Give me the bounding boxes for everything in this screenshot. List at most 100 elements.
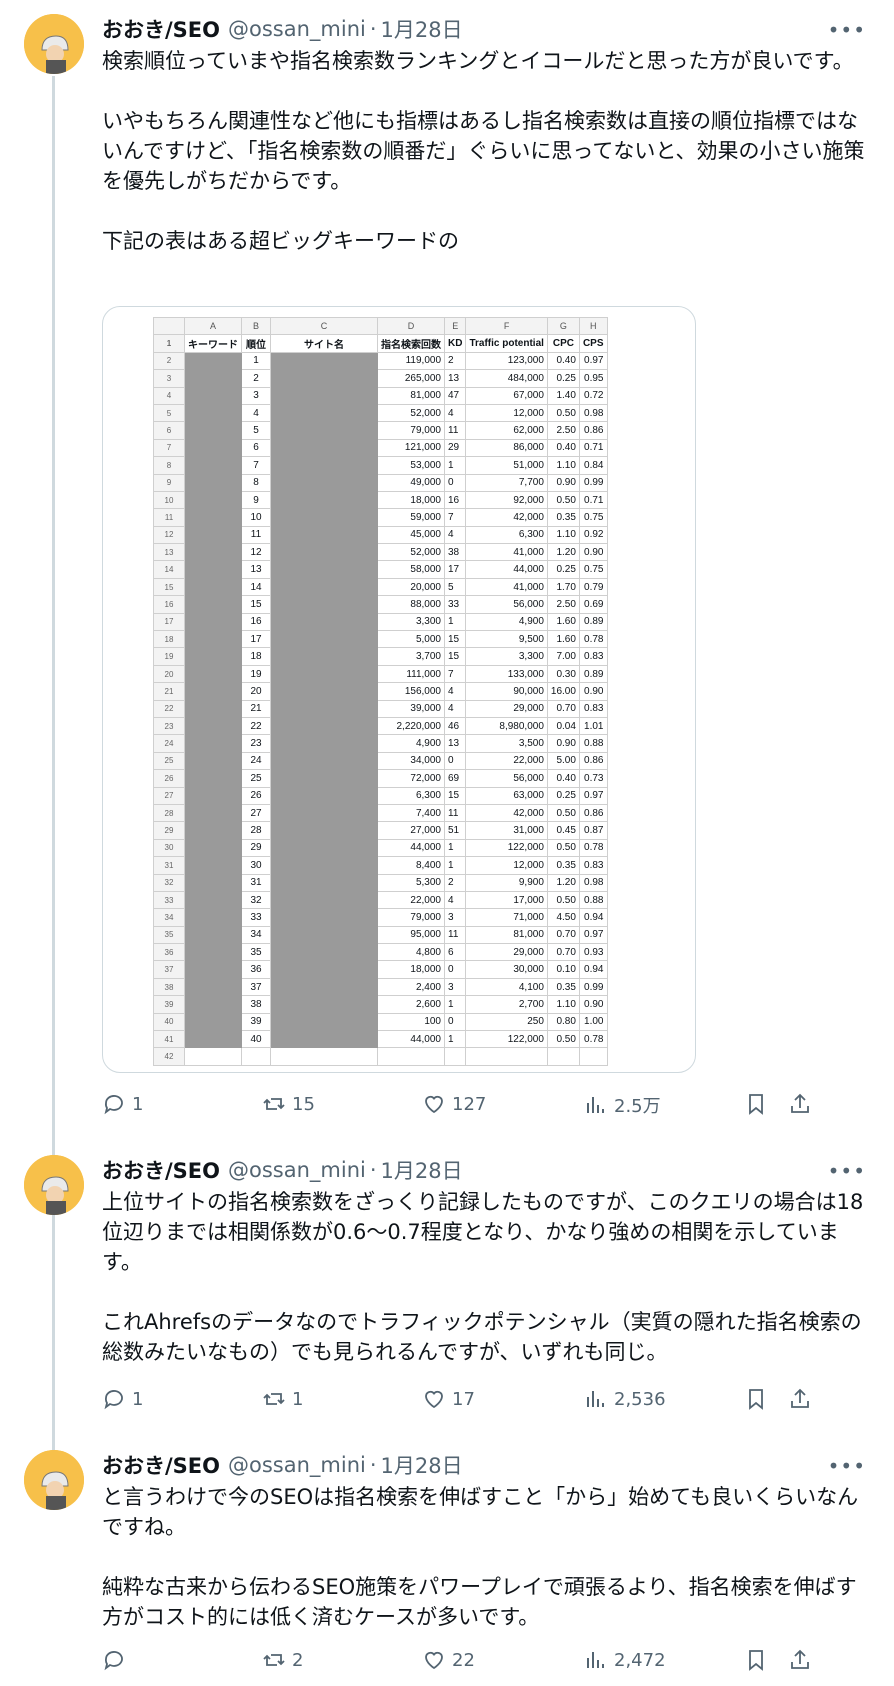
more-options-icon[interactable]: ••• [828,1454,866,1478]
cps-cell: 0.83 [578,699,608,718]
redacted-keyword-cell [184,456,242,475]
tweet[interactable]: おおき/SEO @ossan_mini · 1月28日 ••• 上位サイトの指名… [0,1155,894,1425]
views-button[interactable]: 2,472 [584,1648,666,1672]
cps-cell: 0.92 [578,525,608,545]
sheet-row: 17 16 3,300 1 4,900 1.60 0.89 [153,612,608,632]
row-number-cell: 20 [153,664,185,684]
header-cell: 順位 [241,334,271,353]
redacted-site-cell [270,386,378,405]
share-button[interactable] [788,1648,818,1672]
kd-cell: 33 [443,595,467,614]
redacted-site-cell [270,438,378,458]
sheet-row: 8 7 53,000 1 51,000 1.10 0.84 [153,456,608,475]
author-handle[interactable]: @ossan_mini [228,1158,366,1182]
tweet[interactable]: おおき/SEO @ossan_mini · 1月28日 ••• 検索順位っていま… [0,14,894,1124]
row-number-cell: 23 [153,716,185,736]
bookmark-button[interactable] [744,1092,774,1116]
column-letter-cell: G [546,316,580,336]
tweet-date[interactable]: 1月28日 [381,14,463,44]
kd-cell: 3 [443,908,467,927]
branded-search-cell: 81,000 [377,386,445,405]
cpc-cell: 0.04 [546,716,580,736]
avatar[interactable] [24,1450,84,1510]
cps-cell: 0.78 [578,838,608,858]
retweet-button[interactable]: 1 [262,1387,303,1411]
sheet-row: 14 13 58,000 17 44,000 0.25 0.75 [153,560,608,579]
retweet-icon [263,1098,285,1110]
tweet-date[interactable]: 1月28日 [381,1155,463,1185]
like-button[interactable]: 127 [422,1092,486,1116]
retweet-button[interactable]: 15 [262,1092,315,1116]
tweet-image-spreadsheet[interactable]: A B C D E F G H 1 キーワード 順位 サイト名 指名検索回数 KD Traffic pote… [102,306,696,1073]
cps-cell: 0.89 [578,664,608,684]
more-options-icon[interactable]: ••• [828,1159,866,1183]
avatar[interactable] [24,14,84,74]
row-number-cell: 18 [153,630,185,649]
redacted-site-cell [270,751,378,771]
author-name[interactable]: おおき/SEO [102,14,220,44]
author-handle[interactable]: @ossan_mini [228,1453,366,1477]
traffic-potential-cell: 44,000 [465,560,548,579]
row-number-cell: 10 [153,490,185,510]
row-number-cell: 5 [153,403,185,423]
empty-cell [184,1047,242,1066]
branded-search-cell: 111,000 [377,664,445,684]
views-count: 2,536 [614,1388,666,1410]
sheet-row: 33 32 22,000 4 17,000 0.50 0.88 [153,890,608,910]
branded-search-cell: 3,700 [377,647,445,666]
share-icon [791,1388,809,1408]
redacted-site-cell [270,977,378,997]
cpc-cell: 1.10 [546,995,580,1014]
kd-cell: 13 [443,369,467,388]
views-button[interactable]: 2.5万 [584,1092,661,1118]
reply-button[interactable]: 1 [102,1092,143,1116]
like-button[interactable]: 22 [422,1648,475,1672]
tweet[interactable]: おおき/SEO @ossan_mini · 1月28日 ••• と言うわけで今の… [0,1450,894,1686]
redacted-site-cell [270,699,378,718]
kd-cell: 4 [443,525,467,545]
avatar[interactable] [24,1155,84,1215]
rank-cell: 24 [241,751,271,771]
row-number-cell: 14 [153,560,185,579]
reply-button[interactable] [102,1648,132,1672]
author-name[interactable]: おおき/SEO [102,1450,220,1480]
heart-icon [425,1390,443,1409]
share-button[interactable] [788,1092,818,1116]
rank-cell: 10 [241,508,271,527]
header-cell: CPC [546,334,580,353]
cps-cell: 0.99 [578,977,608,997]
kd-cell: 16 [443,490,467,510]
traffic-potential-cell: 8,980,000 [465,716,548,736]
rank-cell: 1 [241,351,271,371]
tweet-date[interactable]: 1月28日 [381,1450,463,1480]
traffic-potential-cell: 250 [465,1012,548,1032]
redacted-site-cell [270,716,378,736]
bookmark-button[interactable] [744,1648,774,1672]
views-button[interactable]: 2,536 [584,1387,666,1411]
author-name[interactable]: おおき/SEO [102,1155,220,1185]
reply-button[interactable]: 1 [102,1387,143,1411]
traffic-potential-cell: 2,700 [465,995,548,1014]
redacted-site-cell [270,803,378,823]
redacted-keyword-cell [184,351,242,371]
redacted-keyword-cell [184,438,242,458]
kd-cell: 1 [443,456,467,475]
empty-cell [443,1047,467,1066]
kd-cell: 11 [443,803,467,823]
like-button[interactable]: 17 [422,1387,475,1411]
redacted-keyword-cell [184,1030,242,1049]
cpc-cell: 0.35 [546,977,580,997]
share-button[interactable] [788,1387,818,1411]
author-handle[interactable]: @ossan_mini [228,17,366,41]
reply-count: 1 [132,1388,144,1410]
more-options-icon[interactable]: ••• [828,18,866,42]
redacted-keyword-cell [184,421,242,440]
column-letter-cell: E [443,316,467,336]
kd-cell: 1 [443,838,467,858]
bookmark-button[interactable] [744,1387,774,1411]
retweet-button[interactable]: 2 [262,1648,303,1672]
header-cell: キーワード [184,334,242,353]
traffic-potential-cell: 86,000 [465,438,548,458]
redacted-site-cell [270,351,378,371]
kd-cell: 4 [443,890,467,910]
